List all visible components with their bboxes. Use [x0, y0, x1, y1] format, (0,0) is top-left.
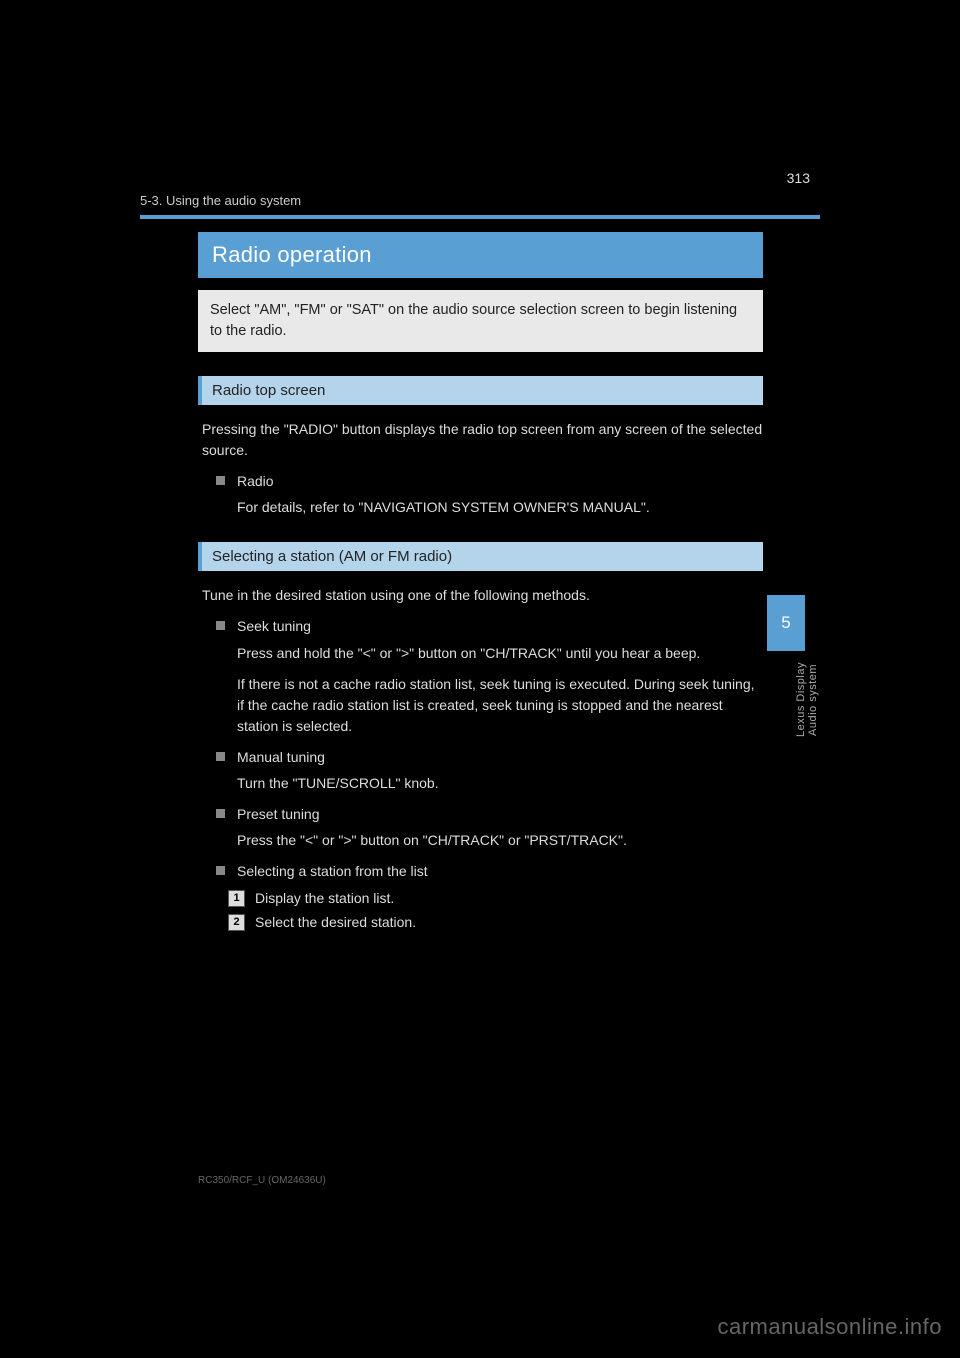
page-number: 313: [787, 170, 810, 186]
item-seek-extra: If there is not a cache radio station li…: [237, 674, 763, 737]
section1-body: Pressing the "RADIO" button displays the…: [202, 419, 763, 461]
step-2-text: Select the desired station.: [255, 912, 416, 932]
step-number-icon: 2: [228, 914, 245, 931]
item-preset-text: Press the "<" or ">" button on "CH/TRACK…: [237, 830, 763, 851]
step-number-icon: 1: [228, 890, 245, 907]
square-bullet-icon: [216, 809, 225, 818]
header-rule: [140, 215, 820, 219]
item-seek-tuning: Seek tuning: [216, 616, 763, 636]
square-bullet-icon: [216, 866, 225, 875]
step-2: 2 Select the desired station.: [228, 912, 763, 932]
main-content: Radio operation Select "AM", "FM" or "SA…: [198, 232, 763, 936]
chapter-tab: 5: [767, 595, 805, 651]
item-list-label: Selecting a station from the list: [237, 861, 428, 881]
section-heading-selecting-station: Selecting a station (AM or FM radio): [198, 542, 763, 571]
section1-sub-text: For details, refer to "NAVIGATION SYSTEM…: [237, 497, 763, 518]
section-heading-radio-top: Radio top screen: [198, 376, 763, 405]
item-manual-text: Turn the "TUNE/SCROLL" knob.: [237, 773, 763, 794]
footer-doc-id: RC350/RCF_U (OM24636U): [198, 1175, 326, 1186]
intro-box: Select "AM", "FM" or "SAT" on the audio …: [198, 290, 763, 352]
step-1-text: Display the station list.: [255, 888, 394, 908]
item-manual-tuning: Manual tuning: [216, 747, 763, 767]
chapter-side-label: Lexus Display Audio system: [795, 660, 815, 740]
section1-subitem: Radio: [216, 471, 763, 491]
item-seek-label: Seek tuning: [237, 616, 311, 636]
section2-intro: Tune in the desired station using one of…: [202, 585, 763, 606]
header-section-title: 5-3. Using the audio system: [140, 193, 820, 208]
step-1: 1 Display the station list.: [228, 888, 763, 908]
item-manual-label: Manual tuning: [237, 747, 325, 767]
square-bullet-icon: [216, 476, 225, 485]
watermark: carmanualsonline.info: [717, 1314, 942, 1340]
item-preset-tuning: Preset tuning: [216, 804, 763, 824]
square-bullet-icon: [216, 752, 225, 761]
square-bullet-icon: [216, 621, 225, 630]
item-seek-text: Press and hold the "<" or ">" button on …: [237, 643, 763, 664]
item-list-select: Selecting a station from the list: [216, 861, 763, 881]
page-title: Radio operation: [198, 232, 763, 278]
section1-sub-label: Radio: [237, 471, 274, 491]
item-preset-label: Preset tuning: [237, 804, 320, 824]
